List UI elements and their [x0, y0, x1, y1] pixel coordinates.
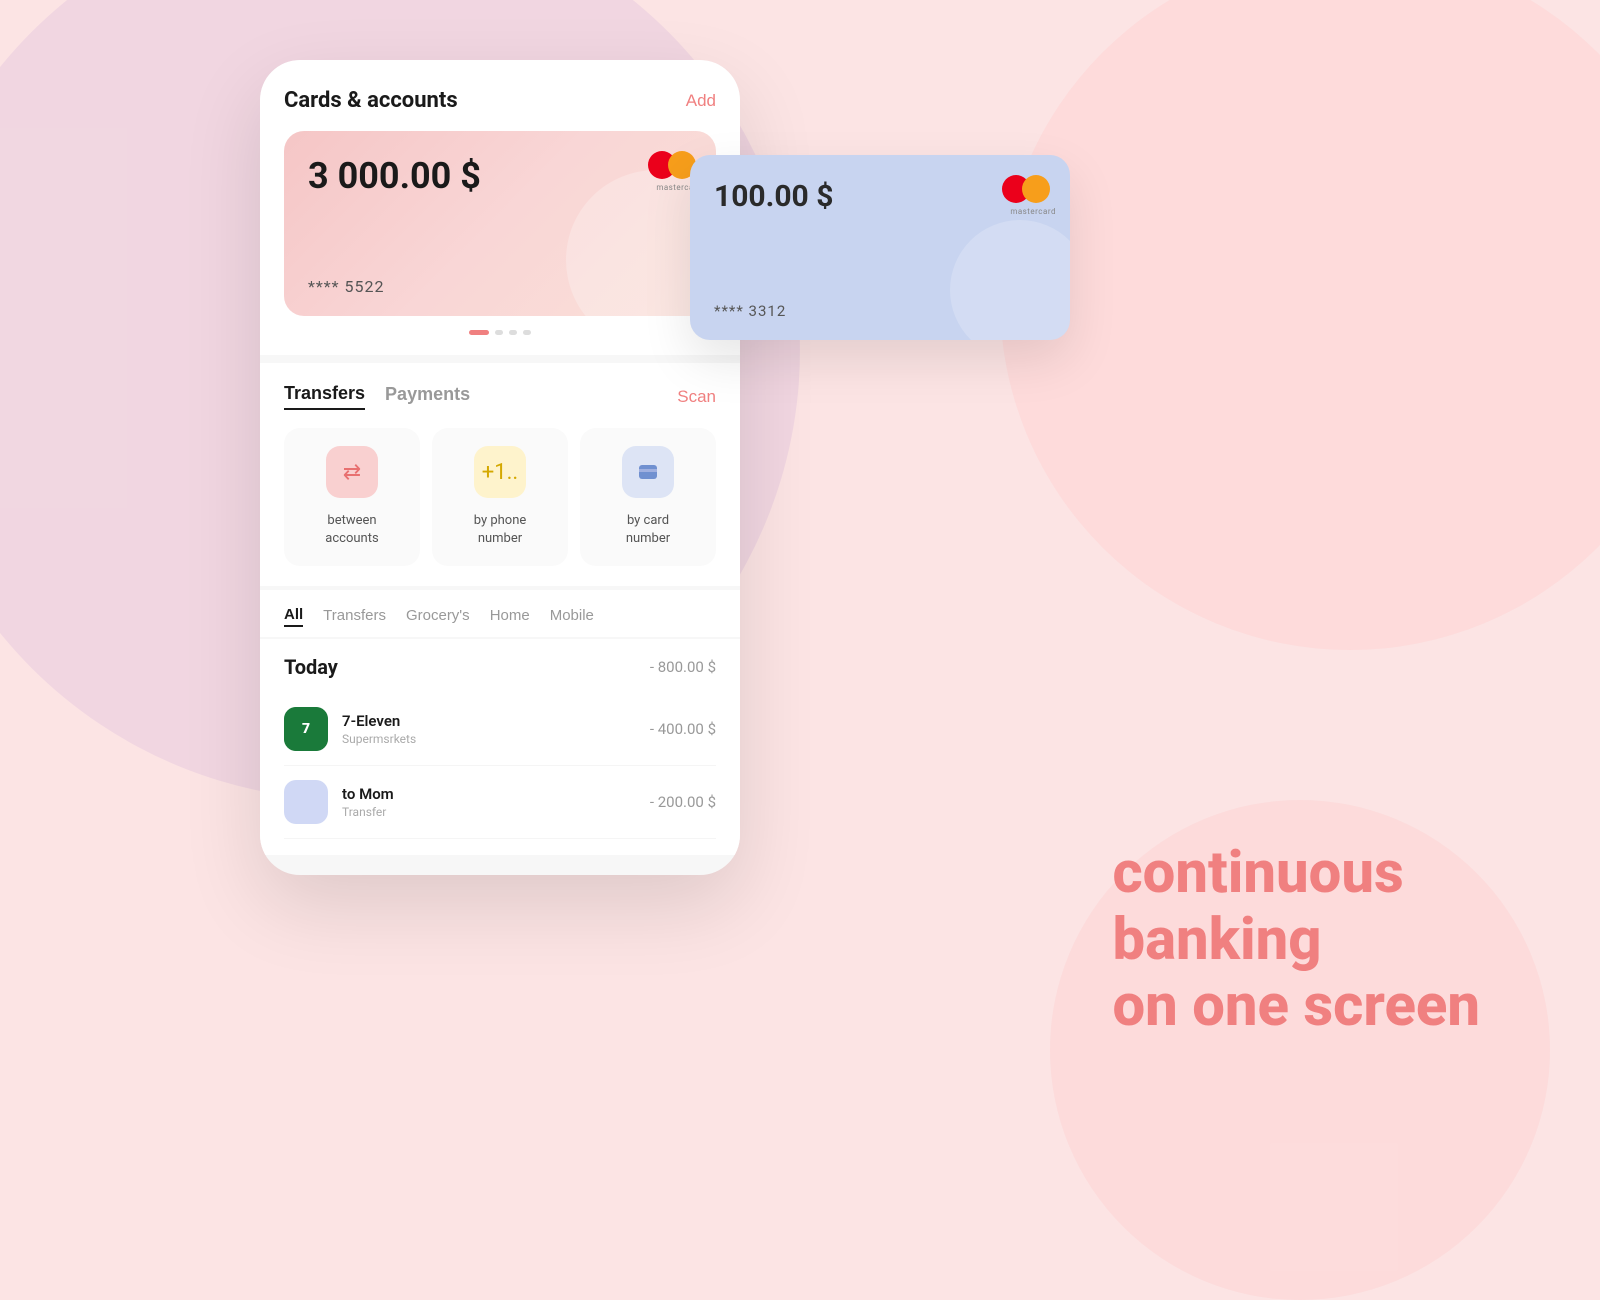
seven-eleven-name: 7-Eleven: [342, 712, 650, 730]
main-card[interactable]: 3 000.00 $ **** 5522 mastercard: [284, 131, 716, 316]
filter-transfers[interactable]: Transfers: [323, 607, 386, 626]
transaction-seven-eleven[interactable]: 7 7-Eleven Supermsrkets - 400.00 $: [284, 693, 716, 766]
transfer-option-card-number[interactable]: by cardnumber: [580, 428, 716, 566]
mom-info: to Mom Transfer: [342, 785, 650, 819]
filter-all[interactable]: All: [284, 606, 303, 627]
mom-sub: Transfer: [342, 805, 650, 819]
phone-number-icon: +1..: [474, 446, 526, 498]
dot-active: [469, 330, 489, 335]
mom-amount: - 200.00 $: [650, 793, 716, 811]
between-accounts-icon: ⇄: [326, 446, 378, 498]
transfer-option-phone-number[interactable]: +1.. by phonenumber: [432, 428, 568, 566]
mom-avatar-icon: [284, 780, 328, 824]
bg-circle-right: [1000, 0, 1600, 650]
tab-payments[interactable]: Payments: [385, 383, 470, 410]
filter-section: All Transfers Grocery's Home Mobile: [260, 590, 740, 637]
seven-eleven-info: 7-Eleven Supermsrkets: [342, 712, 650, 746]
today-total: - 800.00 $: [650, 658, 716, 676]
second-card-number: **** 3312: [714, 302, 786, 320]
tabs-row: Transfers Payments Scan: [284, 383, 716, 410]
filter-tabs: All Transfers Grocery's Home Mobile: [284, 606, 716, 627]
seven-eleven-icon: 7: [284, 707, 328, 751]
second-mc-orange: [1022, 175, 1050, 203]
between-accounts-label: betweenaccounts: [296, 512, 408, 548]
dot-1: [495, 330, 503, 335]
transfer-options: ⇄ betweenaccounts +1.. by phonenumber by…: [284, 428, 716, 566]
transfers-section: Transfers Payments Scan ⇄ betweenaccount…: [260, 363, 740, 586]
second-card-amount: 100.00 $: [714, 179, 1046, 214]
tagline-line2: banking: [1112, 907, 1480, 974]
cards-title: Cards & accounts: [284, 88, 458, 113]
tagline: continuous banking on one screen: [1112, 840, 1480, 1040]
cards-section: Cards & accounts Add 3 000.00 $ **** 552…: [260, 60, 740, 355]
cards-header: Cards & accounts Add: [284, 88, 716, 113]
main-tabs: Transfers Payments: [284, 383, 470, 410]
card-number-label: by cardnumber: [592, 512, 704, 548]
second-card-decoration: [950, 220, 1070, 340]
transaction-to-mom[interactable]: to Mom Transfer - 200.00 $: [284, 766, 716, 839]
second-card-mastercard: [1002, 175, 1050, 203]
tab-transfers[interactable]: Transfers: [284, 383, 365, 410]
add-button[interactable]: Add: [686, 91, 716, 111]
filter-groceries[interactable]: Grocery's: [406, 607, 470, 626]
mastercard-logo: [648, 151, 696, 179]
dot-3: [523, 330, 531, 335]
tagline-line3: on one screen: [1112, 973, 1480, 1040]
seven-eleven-amount: - 400.00 $: [650, 720, 716, 738]
today-header: Today - 800.00 $: [284, 655, 716, 679]
transfer-option-between-accounts[interactable]: ⇄ betweenaccounts: [284, 428, 420, 566]
filter-home[interactable]: Home: [490, 607, 530, 626]
seven-eleven-logo-text: 7: [302, 721, 310, 737]
card-number-icon: [622, 446, 674, 498]
seven-eleven-sub: Supermsrkets: [342, 732, 650, 746]
mom-name: to Mom: [342, 785, 650, 803]
scan-button[interactable]: Scan: [677, 387, 716, 407]
today-label: Today: [284, 655, 338, 679]
second-mc-label: mastercard: [1010, 207, 1056, 216]
dot-2: [509, 330, 517, 335]
phone-number-label: by phonenumber: [444, 512, 556, 548]
main-card-number: **** 5522: [308, 277, 385, 296]
phone-container: Cards & accounts Add 3 000.00 $ **** 552…: [260, 60, 740, 875]
transactions-section: Today - 800.00 $ 7 7-Eleven Supermsrkets…: [260, 639, 740, 855]
second-card[interactable]: 100.00 $ **** 3312 mastercard: [690, 155, 1070, 340]
card-pagination-dots: [284, 330, 716, 335]
filter-mobile[interactable]: Mobile: [550, 607, 594, 626]
tagline-line1: continuous: [1112, 840, 1480, 907]
